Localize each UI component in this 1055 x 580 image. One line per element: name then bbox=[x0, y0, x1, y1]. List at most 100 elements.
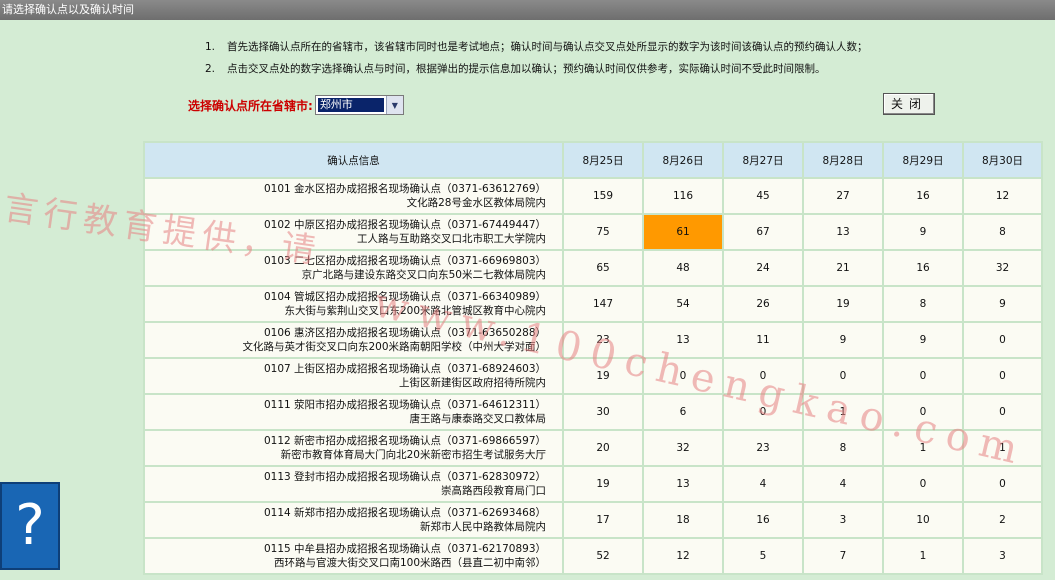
booking-count-cell[interactable]: 12 bbox=[962, 177, 1043, 215]
booking-count-cell[interactable]: 13 bbox=[802, 213, 884, 251]
booking-count-cell[interactable]: 26 bbox=[722, 285, 804, 323]
booking-count-cell[interactable]: 147 bbox=[562, 285, 644, 323]
booking-count-cell[interactable]: 0 bbox=[962, 357, 1043, 395]
booking-count-cell[interactable]: 116 bbox=[642, 177, 724, 215]
site-name: 0107 上街区招办成招报名现场确认点（0371-68924603） bbox=[263, 363, 546, 375]
city-select-value: 郑州市 bbox=[317, 98, 384, 112]
table-row: 0103 二七区招办成招报名现场确认点（0371-66969803） 京广北路与建… bbox=[143, 249, 1043, 287]
site-info-cell: 0103 二七区招办成招报名现场确认点（0371-66969803） 京广北路与建… bbox=[143, 249, 564, 287]
booking-count-cell[interactable]: 5 bbox=[722, 537, 804, 575]
booking-count-cell[interactable]: 12 bbox=[642, 537, 724, 575]
booking-count-cell[interactable]: 0 bbox=[722, 357, 804, 395]
chevron-down-icon[interactable]: ▼ bbox=[385, 96, 403, 114]
table-row: 0111 荥阳市招办成招报名现场确认点（0371-64612311） 唐王路与康泰… bbox=[143, 393, 1043, 431]
booking-count-cell[interactable]: 0 bbox=[882, 393, 964, 431]
column-header-date: 8月29日 bbox=[882, 141, 964, 179]
booking-count-cell[interactable]: 10 bbox=[882, 501, 964, 539]
booking-count-cell[interactable]: 20 bbox=[562, 429, 644, 467]
booking-count-cell[interactable]: 16 bbox=[722, 501, 804, 539]
booking-count-cell[interactable]: 0 bbox=[962, 321, 1043, 359]
booking-count-cell[interactable]: 4 bbox=[722, 465, 804, 503]
booking-count-cell[interactable]: 0 bbox=[642, 357, 724, 395]
booking-count-cell[interactable]: 13 bbox=[642, 465, 724, 503]
booking-count-cell[interactable]: 6 bbox=[642, 393, 724, 431]
booking-count-cell[interactable]: 3 bbox=[962, 537, 1043, 575]
booking-count-cell[interactable]: 23 bbox=[722, 429, 804, 467]
site-info-cell: 0107 上街区招办成招报名现场确认点（0371-68924603） 上街区新建街… bbox=[143, 357, 564, 395]
window-title: 请选择确认点以及确认时间 bbox=[0, 0, 1055, 20]
booking-count-cell[interactable]: 61 bbox=[642, 213, 724, 251]
booking-count-cell[interactable]: 8 bbox=[882, 285, 964, 323]
booking-count-cell[interactable]: 18 bbox=[642, 501, 724, 539]
site-info-cell: 0114 新郑市招办成招报名现场确认点（0371-62693468） 新郑市人民中… bbox=[143, 501, 564, 539]
column-header-info: 确认点信息 bbox=[143, 141, 564, 179]
booking-count-cell[interactable]: 0 bbox=[882, 465, 964, 503]
booking-count-cell[interactable]: 1 bbox=[882, 429, 964, 467]
booking-count-cell[interactable]: 27 bbox=[802, 177, 884, 215]
booking-count-cell[interactable]: 1 bbox=[962, 429, 1043, 467]
booking-count-cell[interactable]: 24 bbox=[722, 249, 804, 287]
booking-count-cell[interactable]: 0 bbox=[962, 465, 1043, 503]
booking-count-cell[interactable]: 16 bbox=[882, 177, 964, 215]
table-row: 0102 中原区招办成招报名现场确认点（0371-67449447） 工人路与互助… bbox=[143, 213, 1043, 251]
booking-count-cell[interactable]: 16 bbox=[882, 249, 964, 287]
booking-count-cell[interactable]: 1 bbox=[802, 393, 884, 431]
booking-count-cell[interactable]: 0 bbox=[882, 357, 964, 395]
booking-count-cell[interactable]: 9 bbox=[882, 213, 964, 251]
instruction-number: 1. bbox=[205, 41, 216, 53]
column-header-date: 8月28日 bbox=[802, 141, 884, 179]
booking-count-cell[interactable]: 9 bbox=[802, 321, 884, 359]
booking-count-cell[interactable]: 1 bbox=[882, 537, 964, 575]
booking-count-cell[interactable]: 52 bbox=[562, 537, 644, 575]
site-name: 0115 中牟县招办成招报名现场确认点（0371-62170893） bbox=[263, 543, 546, 555]
booking-count-cell[interactable]: 32 bbox=[962, 249, 1043, 287]
site-name: 0112 新密市招办成招报名现场确认点（0371-69866597） bbox=[263, 435, 546, 447]
booking-count-cell[interactable]: 159 bbox=[562, 177, 644, 215]
close-button[interactable]: 关闭 bbox=[883, 93, 935, 115]
booking-count-cell[interactable]: 48 bbox=[642, 249, 724, 287]
site-address: 工人路与互助路交叉口北市职工大学院内 bbox=[357, 233, 546, 245]
instruction-item: 2. 点击交叉点处的数字选择确认点与时间，根据弹出的提示信息加以确认；预约确认时间… bbox=[205, 58, 1005, 80]
help-button[interactable]: ? bbox=[0, 482, 60, 570]
booking-count-cell[interactable]: 13 bbox=[642, 321, 724, 359]
table-body: 0101 金水区招办成招报名现场确认点（0371-63612769） 文化路28号… bbox=[143, 177, 1043, 575]
booking-count-cell[interactable]: 8 bbox=[962, 213, 1043, 251]
booking-count-cell[interactable]: 17 bbox=[562, 501, 644, 539]
site-info-cell: 0111 荥阳市招办成招报名现场确认点（0371-64612311） 唐王路与康泰… bbox=[143, 393, 564, 431]
booking-count-cell[interactable]: 2 bbox=[962, 501, 1043, 539]
booking-count-cell[interactable]: 23 bbox=[562, 321, 644, 359]
booking-count-cell[interactable]: 21 bbox=[802, 249, 884, 287]
site-name: 0104 管城区招办成招报名现场确认点（0371-66340989） bbox=[263, 291, 546, 303]
booking-count-cell[interactable]: 19 bbox=[562, 465, 644, 503]
site-name: 0106 惠济区招办成招报名现场确认点（0371-63650288） bbox=[263, 327, 546, 339]
site-name: 0103 二七区招办成招报名现场确认点（0371-66969803） bbox=[263, 255, 546, 267]
booking-count-cell[interactable]: 32 bbox=[642, 429, 724, 467]
site-address: 西环路与官渡大街交叉口南100米路西（县直二初中南邻） bbox=[273, 557, 546, 569]
booking-count-cell[interactable]: 19 bbox=[802, 285, 884, 323]
column-header-date: 8月27日 bbox=[722, 141, 804, 179]
booking-count-cell[interactable]: 8 bbox=[802, 429, 884, 467]
instruction-item: 1. 首先选择确认点所在的省辖市，该省辖市同时也是考试地点；确认时间与确认点交叉点… bbox=[205, 36, 1005, 58]
site-info-cell: 0104 管城区招办成招报名现场确认点（0371-66340989） 东大街与紫荆… bbox=[143, 285, 564, 323]
booking-count-cell[interactable]: 65 bbox=[562, 249, 644, 287]
booking-count-cell[interactable]: 54 bbox=[642, 285, 724, 323]
table-row: 0115 中牟县招办成招报名现场确认点（0371-62170893） 西环路与官渡… bbox=[143, 537, 1043, 575]
booking-count-cell[interactable]: 30 bbox=[562, 393, 644, 431]
site-address: 崇高路西段教育局门口 bbox=[441, 485, 546, 497]
booking-count-cell[interactable]: 19 bbox=[562, 357, 644, 395]
booking-count-cell[interactable]: 67 bbox=[722, 213, 804, 251]
booking-count-cell[interactable]: 4 bbox=[802, 465, 884, 503]
booking-count-cell[interactable]: 0 bbox=[802, 357, 884, 395]
booking-count-cell[interactable]: 75 bbox=[562, 213, 644, 251]
booking-count-cell[interactable]: 9 bbox=[882, 321, 964, 359]
booking-count-cell[interactable]: 11 bbox=[722, 321, 804, 359]
city-select[interactable]: 郑州市 ▼ bbox=[314, 95, 404, 115]
site-name: 0101 金水区招办成招报名现场确认点（0371-63612769） bbox=[263, 183, 546, 195]
booking-count-cell[interactable]: 7 bbox=[802, 537, 884, 575]
instruction-text: 点击交叉点处的数字选择确认点与时间，根据弹出的提示信息加以确认；预约确认时间仅供… bbox=[227, 63, 826, 75]
booking-count-cell[interactable]: 9 bbox=[962, 285, 1043, 323]
booking-count-cell[interactable]: 0 bbox=[722, 393, 804, 431]
booking-count-cell[interactable]: 45 bbox=[722, 177, 804, 215]
booking-count-cell[interactable]: 0 bbox=[962, 393, 1043, 431]
booking-count-cell[interactable]: 3 bbox=[802, 501, 884, 539]
